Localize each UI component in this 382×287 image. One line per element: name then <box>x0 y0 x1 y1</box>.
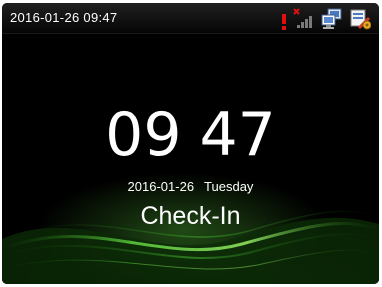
device-frame: 2016-01-26 09:47 09 47 2016-01-26 Tuesda… <box>0 0 382 287</box>
status-datetime: 2016-01-26 09:47 <box>10 10 118 25</box>
terminal-screen: 2016-01-26 09:47 09 47 2016-01-26 Tuesda… <box>2 3 379 284</box>
alert-icon <box>282 14 286 30</box>
network-icon <box>321 8 342 29</box>
clock-hours: 09 <box>105 100 182 170</box>
date-line: 2016-01-26 Tuesday <box>2 179 379 195</box>
date-text: 2016-01-26 <box>127 179 195 194</box>
status-bar: 2016-01-26 09:47 <box>2 3 379 34</box>
weekday-text: Tuesday <box>204 179 254 194</box>
attendance-state[interactable]: Check-In <box>2 201 379 231</box>
clock-minutes: 47 <box>199 100 276 170</box>
signal-icon <box>293 8 312 28</box>
idle-screen: 09 47 2016-01-26 Tuesday Check-In <box>2 34 379 284</box>
tools-icon <box>350 9 371 30</box>
main-clock: 09 47 <box>2 102 379 168</box>
